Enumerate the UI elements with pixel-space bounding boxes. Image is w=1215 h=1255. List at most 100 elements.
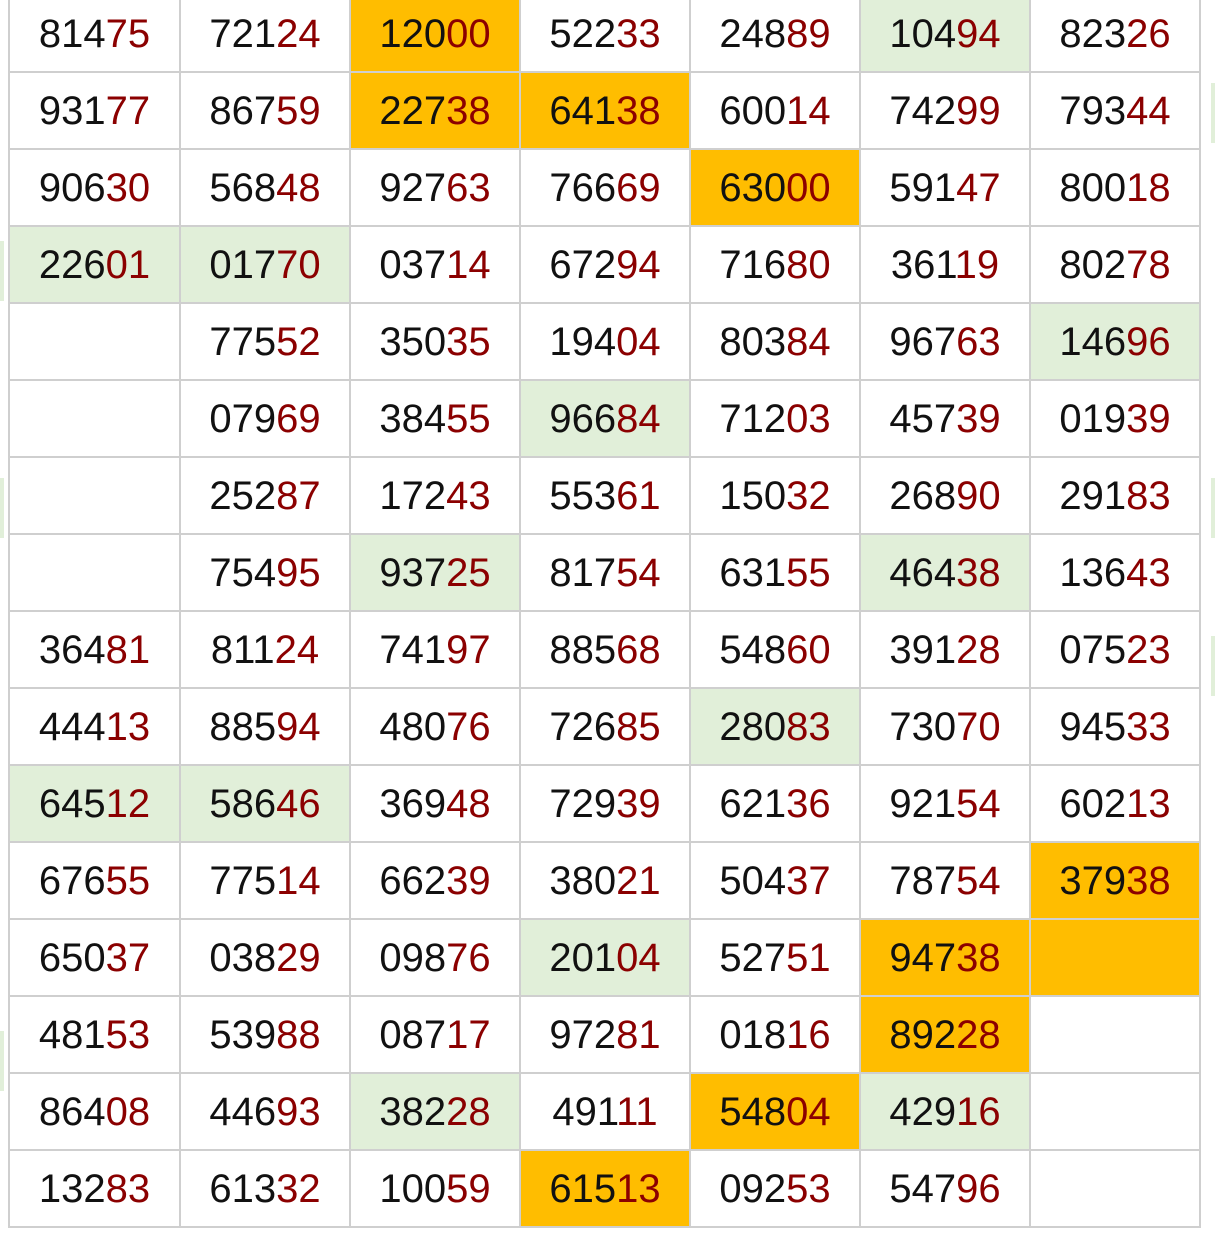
- grid-cell[interactable]: 80018: [1029, 148, 1201, 227]
- grid-cell[interactable]: 17243: [349, 456, 521, 535]
- grid-cell[interactable]: 88594: [179, 687, 351, 766]
- grid-cell[interactable]: 36481: [8, 610, 181, 689]
- grid-cell[interactable]: 01770: [179, 225, 351, 304]
- grid-cell[interactable]: 38021: [519, 841, 691, 920]
- grid-cell[interactable]: 24889: [689, 0, 861, 73]
- grid-cell[interactable]: 74299: [859, 71, 1031, 150]
- grid-cell[interactable]: 36119: [859, 225, 1031, 304]
- grid-cell[interactable]: 62136: [689, 764, 861, 843]
- grid-cell[interactable]: 65037: [8, 918, 181, 997]
- grid-cell[interactable]: 45739: [859, 379, 1031, 458]
- grid-cell[interactable]: 09253: [689, 1149, 861, 1228]
- grid-cell[interactable]: 07523: [1029, 610, 1201, 689]
- grid-cell[interactable]: 80278: [1029, 225, 1201, 304]
- grid-cell[interactable]: 54796: [859, 1149, 1031, 1228]
- grid-cell[interactable]: 03829: [179, 918, 351, 997]
- grid-cell[interactable]: 61332: [179, 1149, 351, 1228]
- grid-cell[interactable]: 49111: [519, 1072, 691, 1151]
- grid-cell[interactable]: 79344: [1029, 71, 1201, 150]
- grid-cell[interactable]: 54804: [689, 1072, 861, 1151]
- grid-cell[interactable]: 08717: [349, 995, 521, 1074]
- grid-cell[interactable]: 48153: [8, 995, 181, 1074]
- grid-cell[interactable]: 64512: [8, 764, 181, 843]
- grid-cell[interactable]: 97281: [519, 995, 691, 1074]
- grid-cell[interactable]: 71203: [689, 379, 861, 458]
- grid-cell[interactable]: [1029, 995, 1201, 1074]
- grid-cell[interactable]: [1029, 1072, 1201, 1151]
- grid-cell[interactable]: [1029, 918, 1201, 997]
- grid-cell[interactable]: 67655: [8, 841, 181, 920]
- grid-cell[interactable]: 01939: [1029, 379, 1201, 458]
- grid-cell[interactable]: 44693: [179, 1072, 351, 1151]
- grid-cell[interactable]: 72939: [519, 764, 691, 843]
- grid-cell[interactable]: 92154: [859, 764, 1031, 843]
- grid-cell[interactable]: 46438: [859, 533, 1031, 612]
- grid-cell[interactable]: 38228: [349, 1072, 521, 1151]
- grid-cell[interactable]: 60213: [1029, 764, 1201, 843]
- grid-cell[interactable]: 77552: [179, 302, 351, 381]
- grid-cell[interactable]: 81475: [8, 0, 181, 73]
- grid-cell[interactable]: 54860: [689, 610, 861, 689]
- grid-cell[interactable]: 86759: [179, 71, 351, 150]
- grid-cell[interactable]: 35035: [349, 302, 521, 381]
- grid-cell[interactable]: 96763: [859, 302, 1031, 381]
- grid-cell[interactable]: 15032: [689, 456, 861, 535]
- grid-cell[interactable]: 93725: [349, 533, 521, 612]
- grid-cell[interactable]: 76669: [519, 148, 691, 227]
- grid-cell[interactable]: 74197: [349, 610, 521, 689]
- grid-cell[interactable]: 66239: [349, 841, 521, 920]
- grid-cell[interactable]: 44413: [8, 687, 181, 766]
- grid-cell[interactable]: [8, 302, 181, 381]
- grid-cell[interactable]: 20104: [519, 918, 691, 997]
- grid-cell[interactable]: 03714: [349, 225, 521, 304]
- grid-cell[interactable]: 13643: [1029, 533, 1201, 612]
- grid-cell[interactable]: 56848: [179, 148, 351, 227]
- grid-cell[interactable]: 81754: [519, 533, 691, 612]
- grid-cell[interactable]: 88568: [519, 610, 691, 689]
- grid-cell[interactable]: 93177: [8, 71, 181, 150]
- grid-cell[interactable]: 63000: [689, 148, 861, 227]
- grid-cell[interactable]: 72685: [519, 687, 691, 766]
- grid-cell[interactable]: [8, 456, 181, 535]
- grid-cell[interactable]: 89228: [859, 995, 1031, 1074]
- grid-cell[interactable]: 12000: [349, 0, 521, 73]
- grid-cell[interactable]: 92763: [349, 148, 521, 227]
- grid-cell[interactable]: 59147: [859, 148, 1031, 227]
- grid-cell[interactable]: 22601: [8, 225, 181, 304]
- grid-cell[interactable]: 38455: [349, 379, 521, 458]
- grid-cell[interactable]: 01816: [689, 995, 861, 1074]
- grid-cell[interactable]: 39128: [859, 610, 1031, 689]
- grid-cell[interactable]: 94533: [1029, 687, 1201, 766]
- grid-cell[interactable]: 48076: [349, 687, 521, 766]
- grid-cell[interactable]: 25287: [179, 456, 351, 535]
- grid-cell[interactable]: 73070: [859, 687, 1031, 766]
- grid-cell[interactable]: 10494: [859, 0, 1031, 73]
- grid-cell[interactable]: 90630: [8, 148, 181, 227]
- grid-cell[interactable]: 82326: [1029, 0, 1201, 73]
- grid-cell[interactable]: 96684: [519, 379, 691, 458]
- grid-cell[interactable]: 80384: [689, 302, 861, 381]
- grid-cell[interactable]: 94738: [859, 918, 1031, 997]
- grid-cell[interactable]: 29183: [1029, 456, 1201, 535]
- grid-cell[interactable]: 60014: [689, 71, 861, 150]
- grid-cell[interactable]: 64138: [519, 71, 691, 150]
- grid-cell[interactable]: 14696: [1029, 302, 1201, 381]
- grid-cell[interactable]: 09876: [349, 918, 521, 997]
- grid-cell[interactable]: 77514: [179, 841, 351, 920]
- grid-cell[interactable]: 28083: [689, 687, 861, 766]
- grid-cell[interactable]: 52751: [689, 918, 861, 997]
- grid-cell[interactable]: [1029, 1149, 1201, 1228]
- grid-cell[interactable]: 81124: [179, 610, 351, 689]
- grid-cell[interactable]: 10059: [349, 1149, 521, 1228]
- grid-cell[interactable]: [8, 533, 181, 612]
- grid-cell[interactable]: 61513: [519, 1149, 691, 1228]
- grid-cell[interactable]: [8, 379, 181, 458]
- grid-cell[interactable]: 19404: [519, 302, 691, 381]
- grid-cell[interactable]: 78754: [859, 841, 1031, 920]
- grid-cell[interactable]: 22738: [349, 71, 521, 150]
- grid-cell[interactable]: 63155: [689, 533, 861, 612]
- grid-cell[interactable]: 26890: [859, 456, 1031, 535]
- grid-cell[interactable]: 75495: [179, 533, 351, 612]
- grid-cell[interactable]: 53988: [179, 995, 351, 1074]
- grid-cell[interactable]: 52233: [519, 0, 691, 73]
